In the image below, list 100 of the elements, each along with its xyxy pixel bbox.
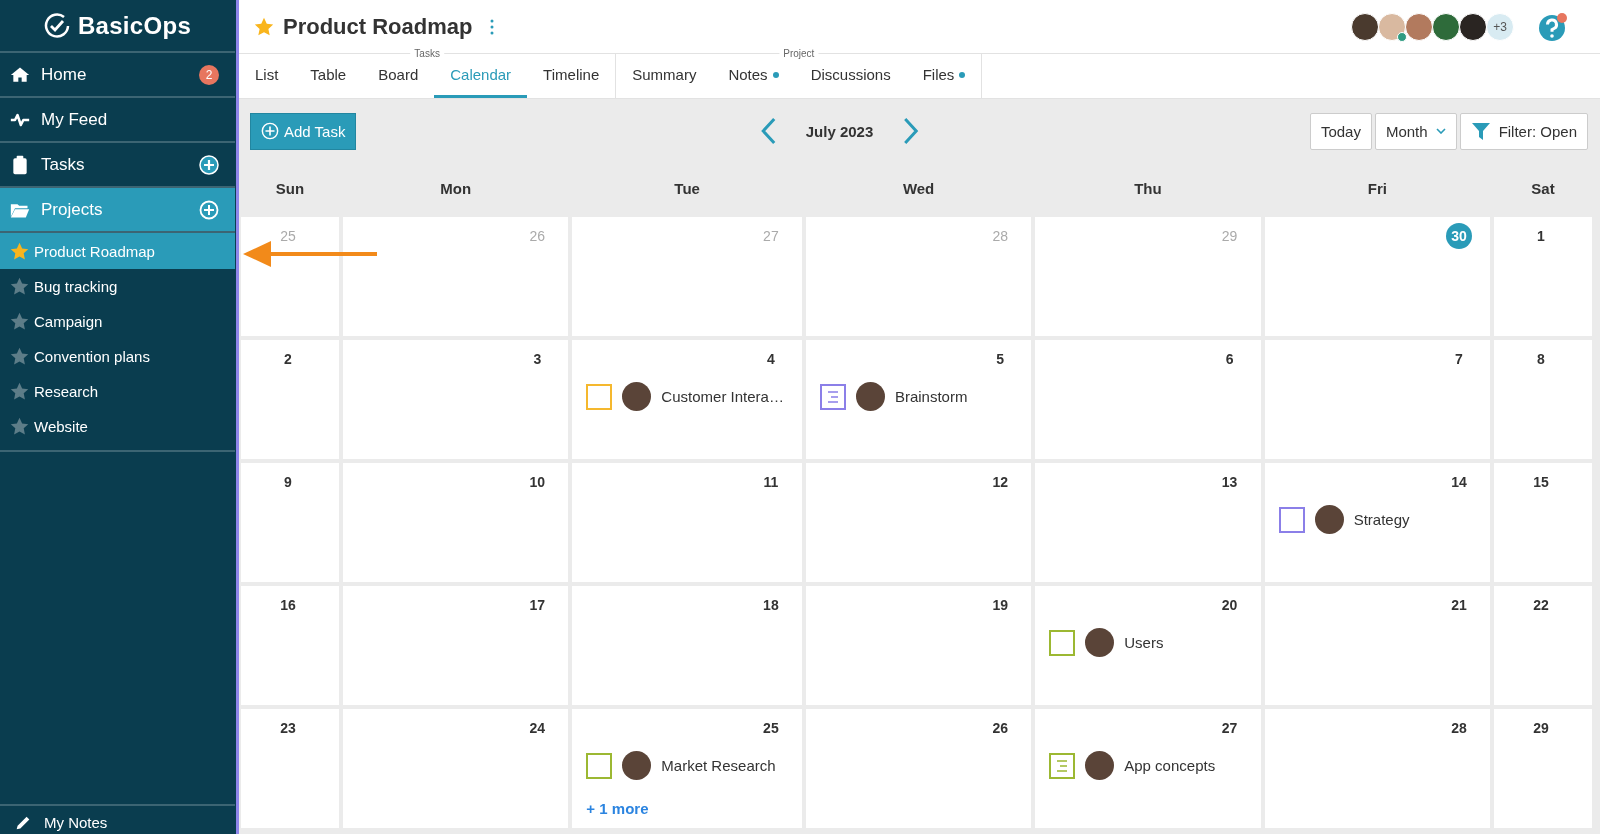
star-icon[interactable] bbox=[9, 346, 30, 367]
task-title[interactable]: Market Research bbox=[661, 757, 776, 774]
day-cell[interactable]: 24 bbox=[343, 709, 569, 828]
day-cell[interactable]: 13 bbox=[1035, 463, 1261, 582]
nav-item[interactable]: My Feed bbox=[0, 98, 235, 143]
star-icon[interactable] bbox=[9, 381, 30, 402]
note-icon[interactable] bbox=[1049, 752, 1076, 779]
star-icon[interactable] bbox=[9, 311, 30, 332]
day-cell[interactable]: 6 bbox=[1035, 340, 1261, 459]
task-checkbox[interactable] bbox=[1278, 506, 1305, 533]
project-item[interactable]: Research bbox=[0, 374, 235, 409]
day-cell[interactable]: 7 bbox=[1264, 340, 1490, 459]
day-number: 28 bbox=[1450, 719, 1468, 738]
logo-icon bbox=[43, 12, 70, 39]
tab[interactable]: Files bbox=[906, 54, 982, 98]
avatar[interactable] bbox=[1459, 12, 1487, 41]
day-number: 29 bbox=[1532, 719, 1550, 738]
task-title[interactable]: Customer Intera… bbox=[661, 388, 784, 405]
tab[interactable]: Table bbox=[294, 54, 363, 98]
task-title[interactable]: Users bbox=[1124, 634, 1164, 651]
day-cell[interactable]: 1 bbox=[1494, 217, 1592, 336]
filter-button[interactable]: Filter: Open bbox=[1459, 112, 1588, 150]
day-cell[interactable]: 9 bbox=[241, 463, 339, 582]
day-cell[interactable]: 14 Strategy bbox=[1264, 463, 1490, 582]
nav-label: My Notes bbox=[44, 814, 109, 831]
day-cell[interactable]: 12 bbox=[805, 463, 1032, 582]
project-item[interactable]: Convention plans bbox=[0, 339, 235, 374]
add-icon[interactable] bbox=[199, 154, 219, 175]
task-title[interactable]: App concepts bbox=[1124, 757, 1216, 774]
note-icon[interactable] bbox=[819, 383, 846, 410]
day-number: 28 bbox=[991, 227, 1010, 246]
day-cell[interactable]: 15 bbox=[1494, 463, 1592, 582]
project-item[interactable]: Bug tracking bbox=[0, 269, 235, 304]
star-icon[interactable] bbox=[9, 240, 30, 262]
more-link[interactable]: + 1 more bbox=[586, 800, 649, 817]
day-cell[interactable]: 19 bbox=[805, 586, 1032, 705]
month-label: July 2023 bbox=[805, 122, 874, 140]
view-select[interactable]: Month bbox=[1374, 112, 1457, 150]
nav-label: Projects bbox=[41, 199, 104, 220]
project-item[interactable]: Campaign bbox=[0, 304, 235, 339]
day-cell[interactable]: 21 bbox=[1264, 586, 1490, 705]
day-number: 14 bbox=[1450, 473, 1468, 492]
day-cell[interactable]: 27 App concepts bbox=[1035, 709, 1261, 828]
day-number: 30 bbox=[1446, 223, 1472, 249]
day-number: 15 bbox=[1532, 473, 1550, 492]
task-checkbox[interactable] bbox=[586, 752, 613, 779]
previous-icon[interactable] bbox=[759, 117, 776, 145]
tab-group-label: Tasks bbox=[410, 48, 444, 59]
day-cell[interactable]: 20 Users bbox=[1035, 586, 1261, 705]
day-number: 7 bbox=[1454, 350, 1464, 369]
day-cell[interactable]: 8 bbox=[1494, 340, 1592, 459]
unread-dot bbox=[772, 71, 779, 78]
project-item[interactable]: Website bbox=[0, 409, 235, 444]
help-icon[interactable] bbox=[1538, 11, 1568, 42]
day-cell[interactable]: 22 bbox=[1494, 586, 1592, 705]
project-title: Product Roadmap bbox=[283, 13, 473, 40]
day-number: 21 bbox=[1450, 596, 1468, 615]
day-cell[interactable]: 29 bbox=[1494, 709, 1592, 828]
more-members[interactable]: +3 bbox=[1486, 12, 1514, 41]
day-cell[interactable]: 18 bbox=[572, 586, 802, 705]
task-title[interactable]: Strategy bbox=[1353, 511, 1410, 528]
next-icon[interactable] bbox=[903, 117, 920, 145]
day-cell[interactable]: 17 bbox=[343, 586, 569, 705]
day-cell[interactable]: 16 bbox=[241, 586, 339, 705]
nav-item[interactable]: Home 2 bbox=[0, 53, 235, 98]
day-number: 3 bbox=[532, 350, 543, 369]
day-cell[interactable]: 28 bbox=[1264, 709, 1490, 828]
nav-label: Tasks bbox=[41, 154, 86, 175]
day-cell[interactable]: 10 bbox=[343, 463, 569, 582]
day-cell[interactable]: 25 Market Research + 1 more bbox=[572, 709, 802, 828]
day-cell[interactable]: 23 bbox=[241, 709, 339, 828]
nav-label: My Feed bbox=[41, 109, 109, 130]
day-cell[interactable]: 26 bbox=[805, 709, 1032, 828]
star-icon[interactable] bbox=[9, 416, 30, 437]
day-number: 9 bbox=[283, 473, 293, 492]
avatar[interactable] bbox=[1432, 12, 1460, 41]
add-icon bbox=[261, 122, 279, 140]
task-checkbox[interactable] bbox=[1049, 629, 1076, 656]
tab-group-label: Project bbox=[779, 48, 819, 59]
day-cell[interactable]: 11 bbox=[572, 463, 802, 582]
day-number: 29 bbox=[1220, 227, 1239, 246]
day-cell[interactable]: 5 Brainstorm bbox=[805, 340, 1032, 459]
weekday-label: Tue bbox=[673, 178, 701, 199]
day-cell[interactable]: 3 bbox=[343, 340, 569, 459]
avatar[interactable] bbox=[1351, 12, 1379, 41]
task-title[interactable]: Brainstorm bbox=[894, 388, 968, 405]
tab[interactable]: List bbox=[239, 54, 295, 98]
avatar bbox=[855, 382, 885, 411]
task-checkbox[interactable] bbox=[586, 383, 613, 410]
day-number: 18 bbox=[762, 596, 780, 615]
more-icon[interactable] bbox=[490, 18, 495, 35]
today-button[interactable]: Today bbox=[1309, 112, 1372, 150]
day-cell[interactable]: 2 bbox=[241, 340, 339, 459]
day-cell[interactable]: 4 Customer Intera… bbox=[572, 340, 802, 459]
star-icon[interactable] bbox=[9, 276, 30, 297]
tab[interactable]: Summary bbox=[616, 54, 713, 98]
day-number: 1 bbox=[1536, 227, 1546, 246]
tab[interactable]: Timeline bbox=[527, 54, 616, 98]
avatar bbox=[622, 382, 652, 411]
sidebar-item[interactable]: My Notes bbox=[0, 804, 235, 834]
